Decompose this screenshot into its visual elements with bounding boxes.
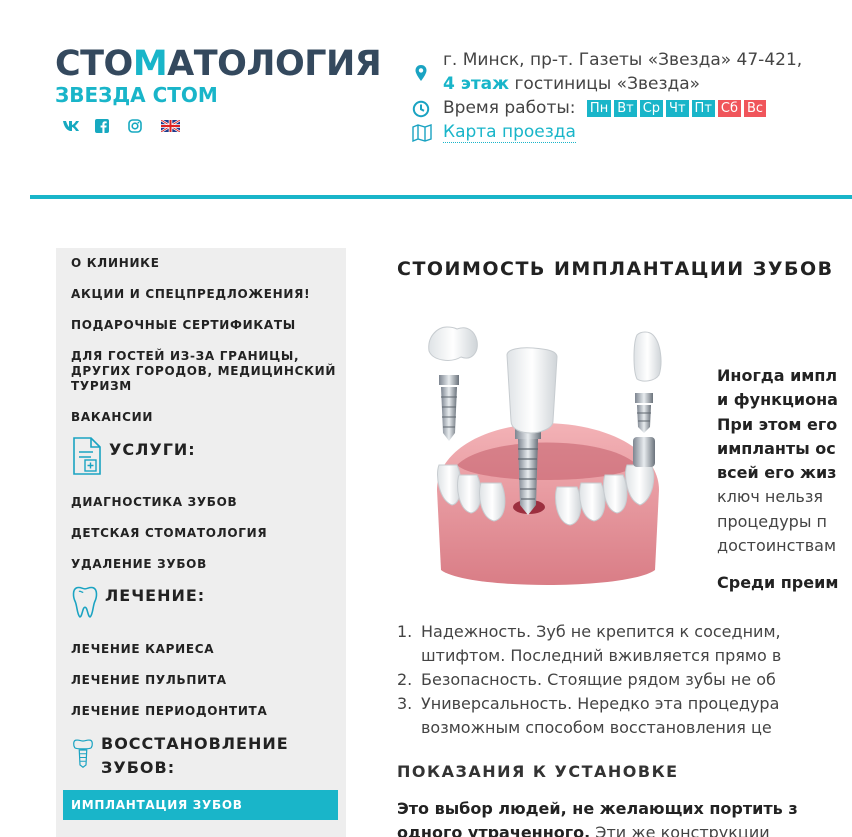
vk-icon[interactable] bbox=[62, 117, 95, 135]
indications-heading: ПОКАЗАНИЯ К УСТАНОВКЕ bbox=[397, 762, 679, 781]
list-item-line: Безопасность. Стоящие рядом зубы не об bbox=[421, 670, 776, 689]
sidebar-item-promotions[interactable]: АКЦИИ И СПЕЦПРЕДЛОЖЕНИЯ! bbox=[71, 287, 310, 302]
sidebar-item-caries[interactable]: ЛЕЧЕНИЕ КАРИЕСА bbox=[71, 642, 214, 657]
work-days: Пн Вт Ср Чт Пт Сб Вс bbox=[586, 99, 767, 117]
instagram-icon[interactable] bbox=[128, 117, 161, 135]
list-item-line: возможным способом восстановления це bbox=[421, 718, 772, 737]
day-badge: Вт bbox=[614, 99, 637, 117]
intro-line: достоинствам bbox=[717, 536, 837, 556]
header-divider bbox=[30, 195, 852, 199]
restoration-heading: ВОССТАНОВЛЕНИЕ ЗУБОВ: bbox=[71, 732, 289, 780]
sidebar-item-implantation-active[interactable]: ИМПЛАНТАЦИЯ ЗУБОВ bbox=[63, 790, 338, 820]
sidebar-item-extraction[interactable]: УДАЛЕНИЕ ЗУБОВ bbox=[71, 557, 207, 572]
indications-line: Это выбор людей, не желающих портить з bbox=[397, 799, 798, 818]
sidebar-item-periodontitis[interactable]: ЛЕЧЕНИЕ ПЕРИОДОНТИТА bbox=[71, 704, 267, 719]
logo-title: СТОМАТОЛОГИЯ bbox=[55, 44, 382, 84]
hours-row: Время работы: Пн Вт Ср Чт Пт Сб Вс bbox=[412, 96, 802, 120]
sidebar-nav: О КЛИНИКЕ АКЦИИ И СПЕЦПРЕДЛОЖЕНИЯ! ПОДАР… bbox=[56, 248, 346, 837]
logo-tooth-letter: М bbox=[132, 44, 168, 84]
address-line-1: г. Минск, пр-т. Газеты «Звезда» 47-421, bbox=[443, 50, 803, 70]
day-badge-off: Вс bbox=[744, 99, 767, 117]
day-badge: Пн bbox=[586, 99, 612, 117]
address-floor: 4 этаж bbox=[443, 74, 510, 94]
document-plus-icon bbox=[73, 437, 101, 475]
indications-line: одного утраченного. Эти же конструкции bbox=[397, 821, 852, 837]
tooth-icon bbox=[72, 586, 98, 618]
sidebar-item-pulpitis[interactable]: ЛЕЧЕНИЕ ПУЛЬПИТА bbox=[71, 673, 227, 688]
services-heading: УСЛУГИ: bbox=[71, 436, 196, 476]
facebook-icon[interactable] bbox=[95, 117, 128, 135]
map-icon bbox=[412, 124, 432, 142]
intro-line: всей его жиз bbox=[717, 463, 837, 483]
sidebar-item-pediatric[interactable]: ДЕТСКАЯ СТОМАТОЛОГИЯ bbox=[71, 526, 267, 541]
list-item-line: Надежность. Зуб не крепится к соседним, bbox=[421, 622, 781, 641]
restoration-heading-line2: ЗУБОВ: bbox=[101, 758, 176, 777]
logo-title-part: АТОЛОГИЯ bbox=[167, 44, 382, 84]
sidebar-item-vacancies[interactable]: ВАКАНСИИ bbox=[71, 410, 153, 425]
map-link[interactable]: Карта проезда bbox=[443, 122, 576, 143]
map-row: Карта проезда bbox=[412, 120, 802, 144]
list-item-line: штифтом. Последний вживляется прямо в bbox=[421, 646, 782, 665]
contacts-block: г. Минск, пр-т. Газеты «Звезда» 47-421, … bbox=[412, 48, 802, 144]
address-hotel: гостиницы «Звезда» bbox=[509, 74, 701, 94]
treatment-heading: ЛЕЧЕНИЕ: bbox=[71, 582, 205, 622]
page-title: СТОИМОСТЬ ИМПЛАНТАЦИИ ЗУБОВ bbox=[397, 258, 834, 280]
clock-icon bbox=[412, 100, 430, 118]
implant-illustration bbox=[397, 315, 697, 607]
day-badge: Пт bbox=[691, 99, 715, 117]
indications-paragraph: Это выбор людей, не желающих портить з о… bbox=[397, 797, 852, 837]
logo-title-part: СТО bbox=[55, 44, 133, 84]
sidebar-item-gift-cards[interactable]: ПОДАРОЧНЫЕ СЕРТИФИКАТЫ bbox=[71, 318, 296, 333]
intro-paragraph: Иногда импл и функциона При этом его имп… bbox=[717, 364, 852, 558]
intro-line: и функциона bbox=[717, 390, 838, 410]
intro-line: При этом его bbox=[717, 414, 838, 434]
sidebar-item-diagnostics[interactable]: ДИАГНОСТИКА ЗУБОВ bbox=[71, 495, 237, 510]
site-logo[interactable]: СТОМАТОЛОГИЯ ЗВЕЗДА СТОМ bbox=[55, 44, 382, 107]
restoration-heading-line1: ВОССТАНОВЛЕНИЕ bbox=[101, 734, 289, 753]
list-number: 2. bbox=[397, 670, 413, 689]
implant-icon bbox=[73, 739, 93, 768]
hours-label: Время работы: bbox=[443, 98, 576, 118]
list-item: 1. Надежность. Зуб не крепится к соседни… bbox=[397, 620, 852, 668]
location-pin-icon bbox=[415, 65, 427, 81]
list-item-line: Универсальность. Нередко эта процедура bbox=[421, 694, 780, 713]
intro-line: ключ нельзя bbox=[717, 487, 823, 507]
list-item: 2. Безопасность. Стоящие рядом зубы не о… bbox=[397, 668, 852, 692]
sidebar-item-guests-line3[interactable]: ТУРИЗМ bbox=[71, 379, 132, 394]
benefits-heading: Среди преим bbox=[717, 573, 839, 592]
day-badge: Чт bbox=[666, 99, 689, 117]
intro-line: Иногда импл bbox=[717, 366, 838, 385]
indications-rest: Эти же конструкции bbox=[590, 823, 770, 837]
day-badge-off: Сб bbox=[717, 99, 742, 117]
intro-line: процедуры п bbox=[717, 511, 828, 531]
uk-flag-icon[interactable] bbox=[161, 117, 194, 135]
day-badge: Ср bbox=[639, 99, 664, 117]
intro-line: импланты ос bbox=[717, 438, 836, 458]
list-number: 3. bbox=[397, 694, 413, 713]
list-number: 1. bbox=[397, 622, 413, 641]
benefits-list: 1. Надежность. Зуб не крепится к соседни… bbox=[397, 620, 852, 740]
social-links bbox=[62, 117, 194, 135]
implant-illustration-svg bbox=[428, 326, 662, 585]
logo-subtitle: ЗВЕЗДА СТОМ bbox=[55, 83, 218, 107]
services-heading-label: УСЛУГИ: bbox=[109, 439, 196, 459]
address-row: г. Минск, пр-т. Газеты «Звезда» 47-421, … bbox=[412, 48, 802, 96]
address-line-2: 4 этаж гостиницы «Звезда» bbox=[443, 72, 802, 96]
list-item: 3. Универсальность. Нередко эта процедур… bbox=[397, 692, 852, 740]
sidebar-item-about[interactable]: О КЛИНИКЕ bbox=[71, 256, 160, 271]
sidebar-item-guests-line2[interactable]: ДРУГИХ ГОРОДОВ, МЕДИЦИНСКИЙ bbox=[71, 364, 336, 379]
restoration-heading-label: ВОССТАНОВЛЕНИЕ ЗУБОВ: bbox=[101, 732, 289, 780]
sidebar-item-guests-line1[interactable]: ДЛЯ ГОСТЕЙ ИЗ-ЗА ГРАНИЦЫ, bbox=[71, 349, 299, 364]
treatment-heading-label: ЛЕЧЕНИЕ: bbox=[105, 585, 206, 605]
indications-bold-part: одного утраченного. bbox=[397, 823, 591, 837]
